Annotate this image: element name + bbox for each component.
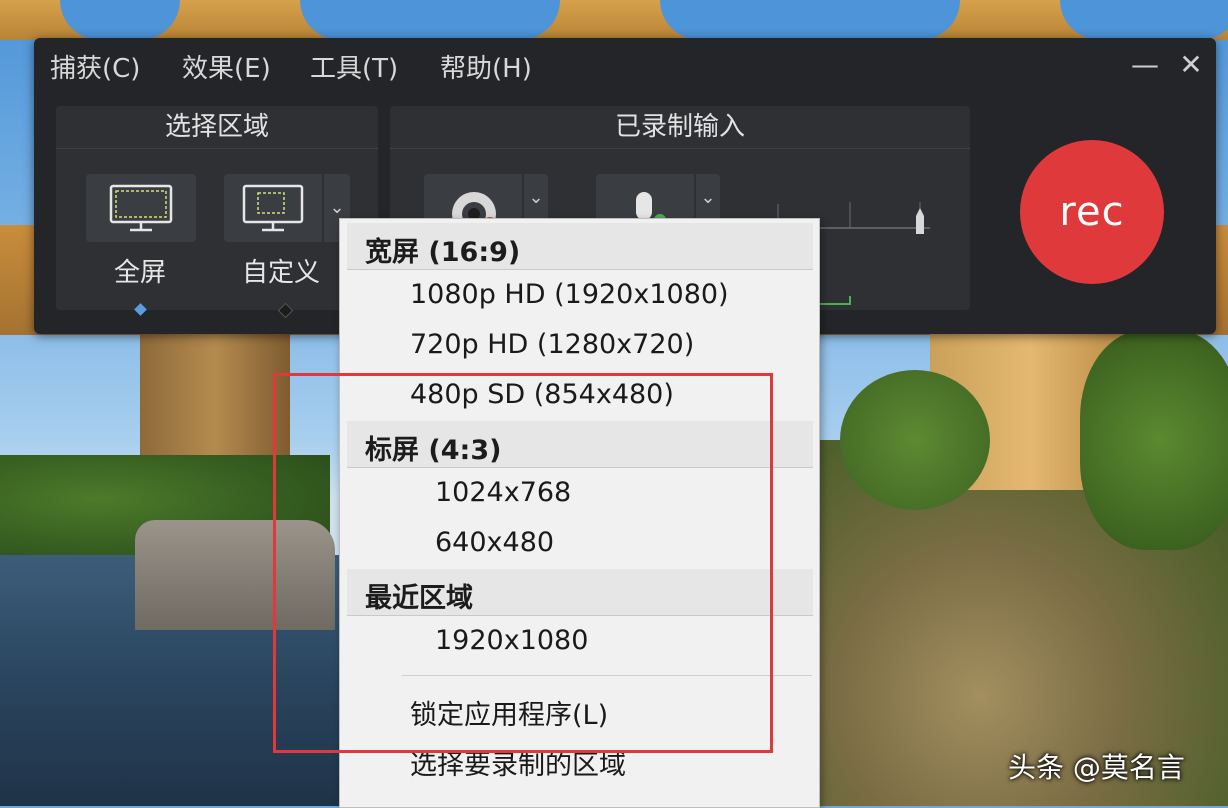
widescreen-header-label: 宽屏 (16:9) [365, 237, 521, 268]
monitor-custom-icon [242, 184, 304, 232]
widescreen-header: 宽屏 (16:9) [347, 223, 813, 270]
bridge-arch [660, 0, 960, 40]
minimize-button[interactable]: — [1130, 48, 1160, 81]
chevron-down-icon: ⌄ [700, 187, 716, 208]
menu-item-1080p[interactable]: 1080p HD (1920x1080) [410, 279, 729, 310]
select-area-panel: 选择区域 ⌄ 全屏 自定义 [56, 106, 378, 319]
microphone-dropdown[interactable]: ⌄ [696, 174, 720, 222]
chevron-down-icon: ⌄ [329, 197, 345, 218]
monitor-fullscreen-icon [109, 184, 173, 232]
bridge-arch [300, 0, 560, 40]
tree [840, 370, 990, 510]
menu-capture[interactable]: 捕获(C) [50, 48, 140, 85]
rec-button[interactable]: rec [1020, 140, 1164, 284]
close-button[interactable]: ✕ [1176, 48, 1206, 81]
custom-area-button[interactable] [224, 174, 322, 242]
menu-tools[interactable]: 工具(T) [310, 48, 398, 85]
recorded-input-title: 已录制输入 [390, 106, 970, 149]
fullscreen-label: 全屏 [114, 258, 167, 288]
bridge-upper-tier [0, 0, 1228, 40]
microphone-icon [636, 192, 666, 222]
watermark: 头条 @莫名言 [1008, 751, 1185, 784]
custom-indicator [277, 302, 294, 319]
webcam-dropdown[interactable]: ⌄ [524, 174, 548, 222]
menu-help[interactable]: 帮助(H) [440, 48, 532, 85]
menubar: 捕获(C) 效果(E) 工具(T) 帮助(H) — ✕ [34, 38, 1216, 90]
fullscreen-button[interactable] [86, 174, 196, 242]
chevron-down-icon: ⌄ [528, 187, 544, 208]
tree [1080, 330, 1228, 550]
menu-item-720p[interactable]: 720p HD (1280x720) [410, 329, 694, 360]
annotation-highlight-box [273, 373, 773, 753]
microphone-button[interactable] [596, 174, 694, 222]
select-area-title: 选择区域 [56, 106, 378, 149]
custom-label: 自定义 [242, 258, 321, 288]
menu-effects[interactable]: 效果(E) [182, 48, 271, 85]
fullscreen-active-indicator [134, 303, 147, 316]
bridge-arch [1060, 0, 1228, 40]
